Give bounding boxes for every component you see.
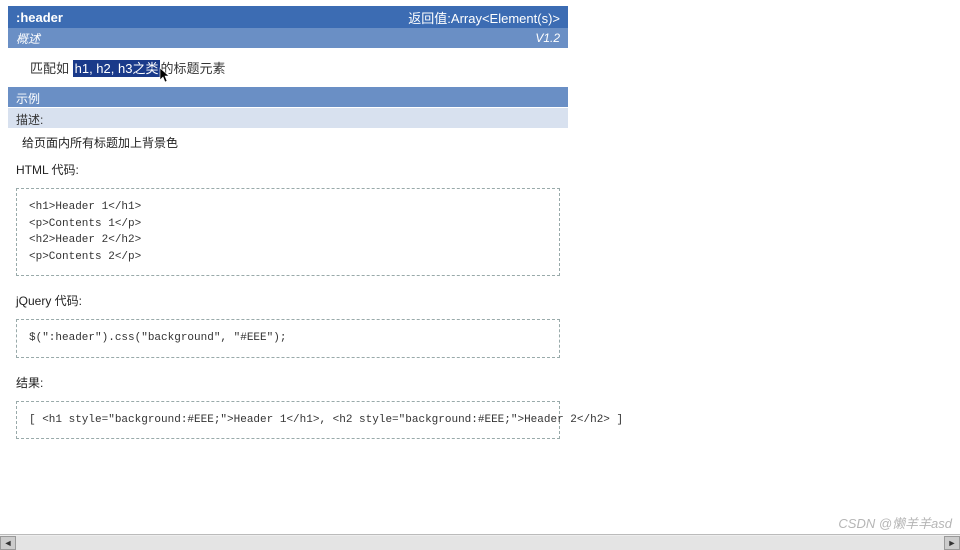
scroll-right-arrow-icon[interactable]: ► — [944, 536, 960, 550]
jquery-label: jQuery 代码: — [8, 286, 568, 313]
html-code-block: <h1>Header 1</h1> <p>Contents 1</p> <h2>… — [16, 188, 560, 276]
api-title: :header — [16, 10, 63, 25]
overview-label: 概述 — [16, 30, 40, 47]
desc-label: 描述: — [16, 113, 43, 127]
scroll-left-arrow-icon[interactable]: ◄ — [0, 536, 16, 550]
version-label: V1.2 — [535, 31, 560, 45]
watermark-text: CSDN @懒羊羊asd — [838, 513, 952, 532]
result-code-block: [ <h1 style="background:#EEE;">Header 1<… — [16, 401, 560, 440]
api-return-type: 返回值:Array<Element(s)> — [408, 8, 560, 27]
match-highlight: h1, h2, h3之类 — [73, 60, 161, 77]
match-suffix: 的标题元素 — [160, 61, 225, 76]
scroll-track[interactable] — [16, 536, 944, 550]
overview-bar: 概述 V1.2 — [8, 28, 568, 48]
jquery-code-block: $(":header").css("background", "#EEE"); — [16, 319, 560, 358]
desc-bar: 描述: — [8, 108, 568, 128]
doc-page: :header 返回值:Array<Element(s)> 概述 V1.2 匹配… — [8, 0, 568, 439]
match-description: 匹配如 h1, h2, h3之类的标题元素 — [8, 48, 568, 87]
api-header-bar: :header 返回值:Array<Element(s)> — [8, 6, 568, 28]
example-bar: 示例 — [8, 87, 568, 107]
example-label: 示例 — [16, 92, 40, 106]
result-label: 结果: — [8, 368, 568, 395]
html-label: HTML 代码: — [8, 155, 568, 182]
horizontal-scrollbar[interactable]: ◄ ► — [0, 534, 960, 550]
desc-text: 给页面内所有标题加上背景色 — [8, 128, 568, 155]
match-prefix: 匹配如 — [30, 61, 73, 76]
